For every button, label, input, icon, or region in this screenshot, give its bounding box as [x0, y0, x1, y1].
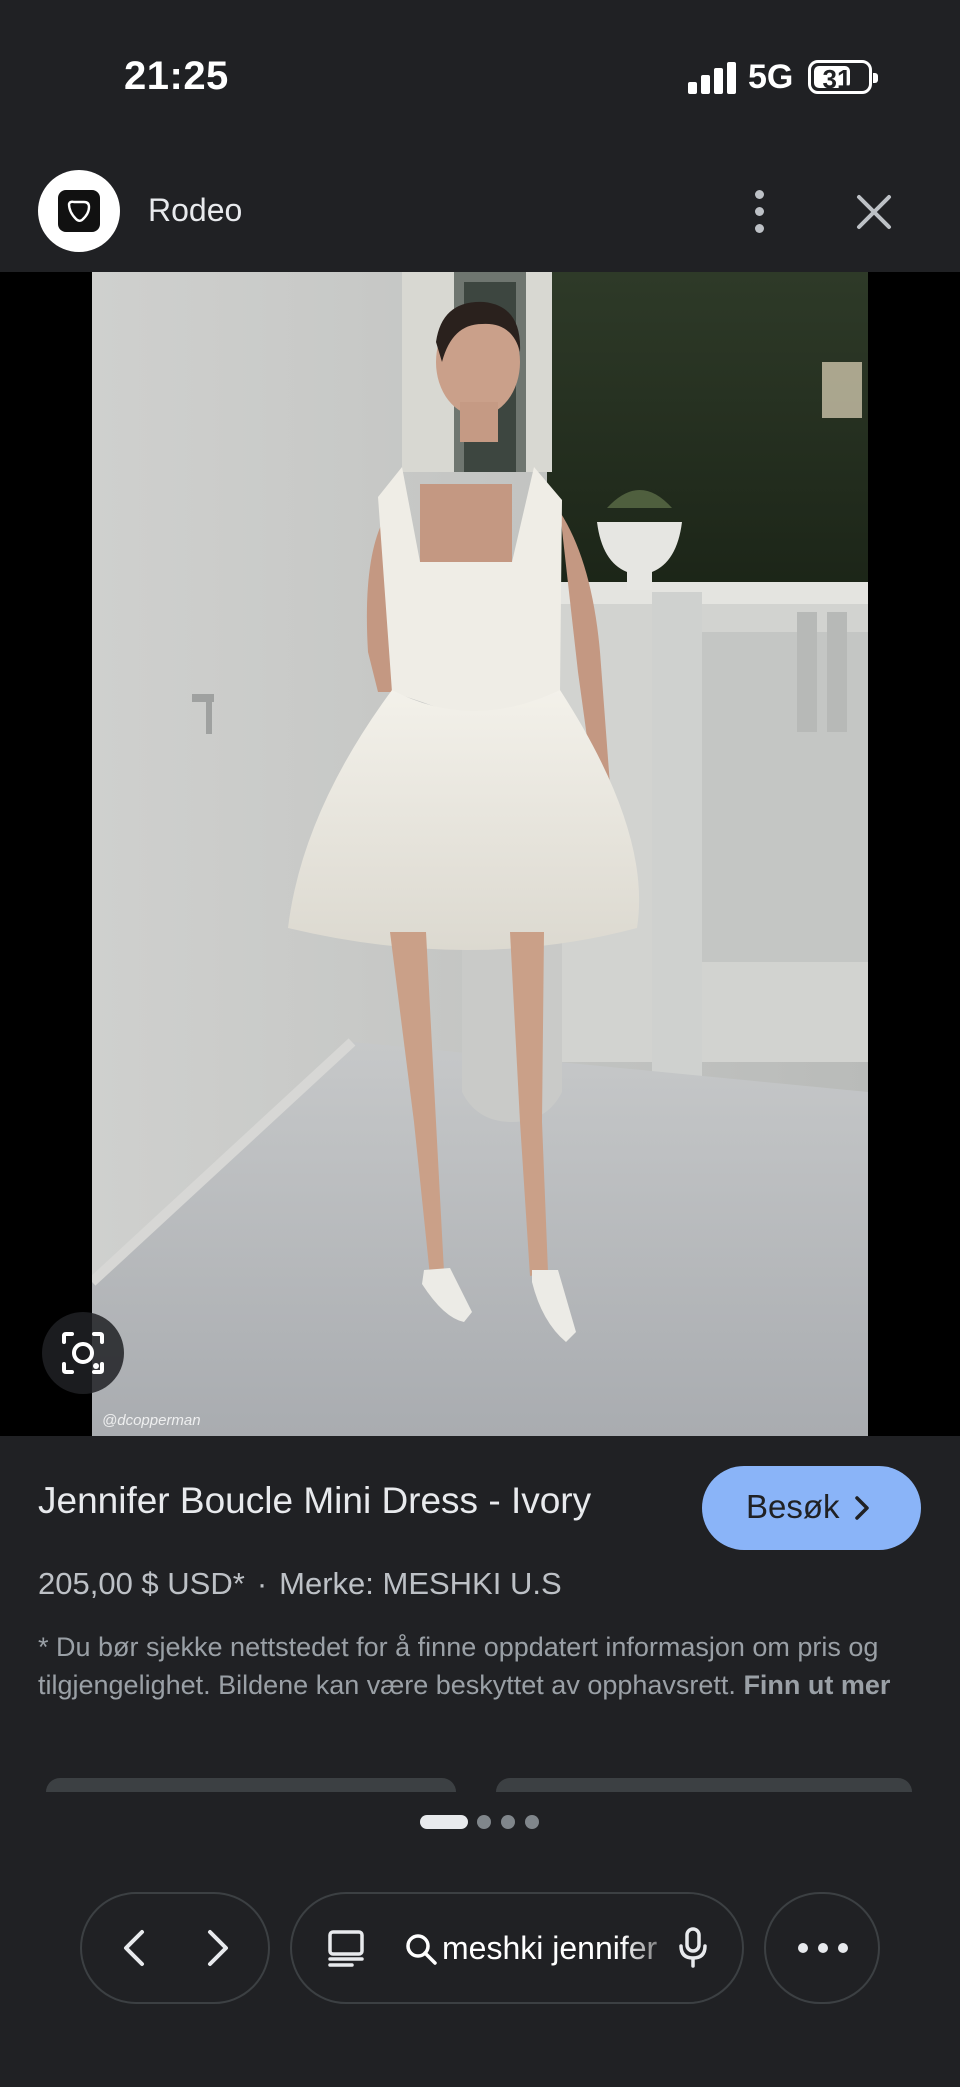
image-watermark: @dcopperman — [102, 1412, 201, 1429]
separator-dot: · — [256, 1566, 268, 1601]
network-type: 5G — [748, 58, 794, 96]
google-lens-button[interactable] — [42, 1312, 124, 1394]
more-options-icon[interactable] — [740, 186, 780, 238]
tabs-icon[interactable] — [326, 1928, 366, 1968]
visit-button[interactable]: Besøk — [702, 1466, 921, 1550]
result-header: Rodeo — [0, 160, 960, 272]
site-favicon[interactable] — [38, 170, 120, 252]
close-icon[interactable] — [850, 188, 898, 236]
page-dot-active — [420, 1815, 468, 1829]
back-icon[interactable] — [112, 1924, 160, 1972]
lens-icon — [62, 1332, 104, 1374]
copyright-disclaimer: * Du bør sjekke nettstedet for å finne o… — [38, 1628, 918, 1704]
product-brand: Merke: MESHKI U.S — [279, 1566, 562, 1601]
product-title[interactable]: Jennifer Boucle Mini Dress - Ivory — [38, 1480, 591, 1522]
image-viewer[interactable]: @dcopperman — [0, 272, 960, 1436]
related-card-peek[interactable] — [496, 1778, 912, 1792]
status-time: 21:25 — [124, 54, 229, 98]
visit-button-label: Besøk — [746, 1488, 840, 1525]
learn-more-link[interactable]: Finn ut mer — [743, 1670, 890, 1700]
site-name[interactable]: Rodeo — [148, 192, 242, 229]
page-dot — [477, 1815, 491, 1829]
battery-icon: 31 — [808, 60, 878, 94]
battery-level: 31 — [822, 64, 852, 94]
search-icon — [406, 1934, 437, 1965]
microphone-icon[interactable] — [676, 1926, 710, 1970]
more-horiz-icon — [798, 1943, 848, 1953]
cellular-signal-icon — [688, 62, 736, 94]
forward-icon[interactable] — [192, 1924, 240, 1972]
rodeo-logo-icon — [67, 200, 91, 222]
more-menu-button[interactable] — [764, 1892, 880, 2004]
history-navigation — [80, 1892, 270, 2004]
pagination-dots — [0, 1815, 960, 1831]
product-photo[interactable] — [92, 272, 868, 1436]
page-dot — [525, 1815, 539, 1829]
price-line: 205,00 $ USD* · Merke: MESHKI U.S — [38, 1566, 562, 1602]
related-card-peek[interactable] — [46, 1778, 456, 1792]
status-bar: 21:25 5G 31 — [0, 0, 960, 160]
product-price: 205,00 $ USD* — [38, 1566, 245, 1601]
search-bar[interactable]: meshki jennifer — [290, 1892, 744, 2004]
chevron-right-icon — [855, 1496, 869, 1520]
page-dot — [501, 1815, 515, 1829]
